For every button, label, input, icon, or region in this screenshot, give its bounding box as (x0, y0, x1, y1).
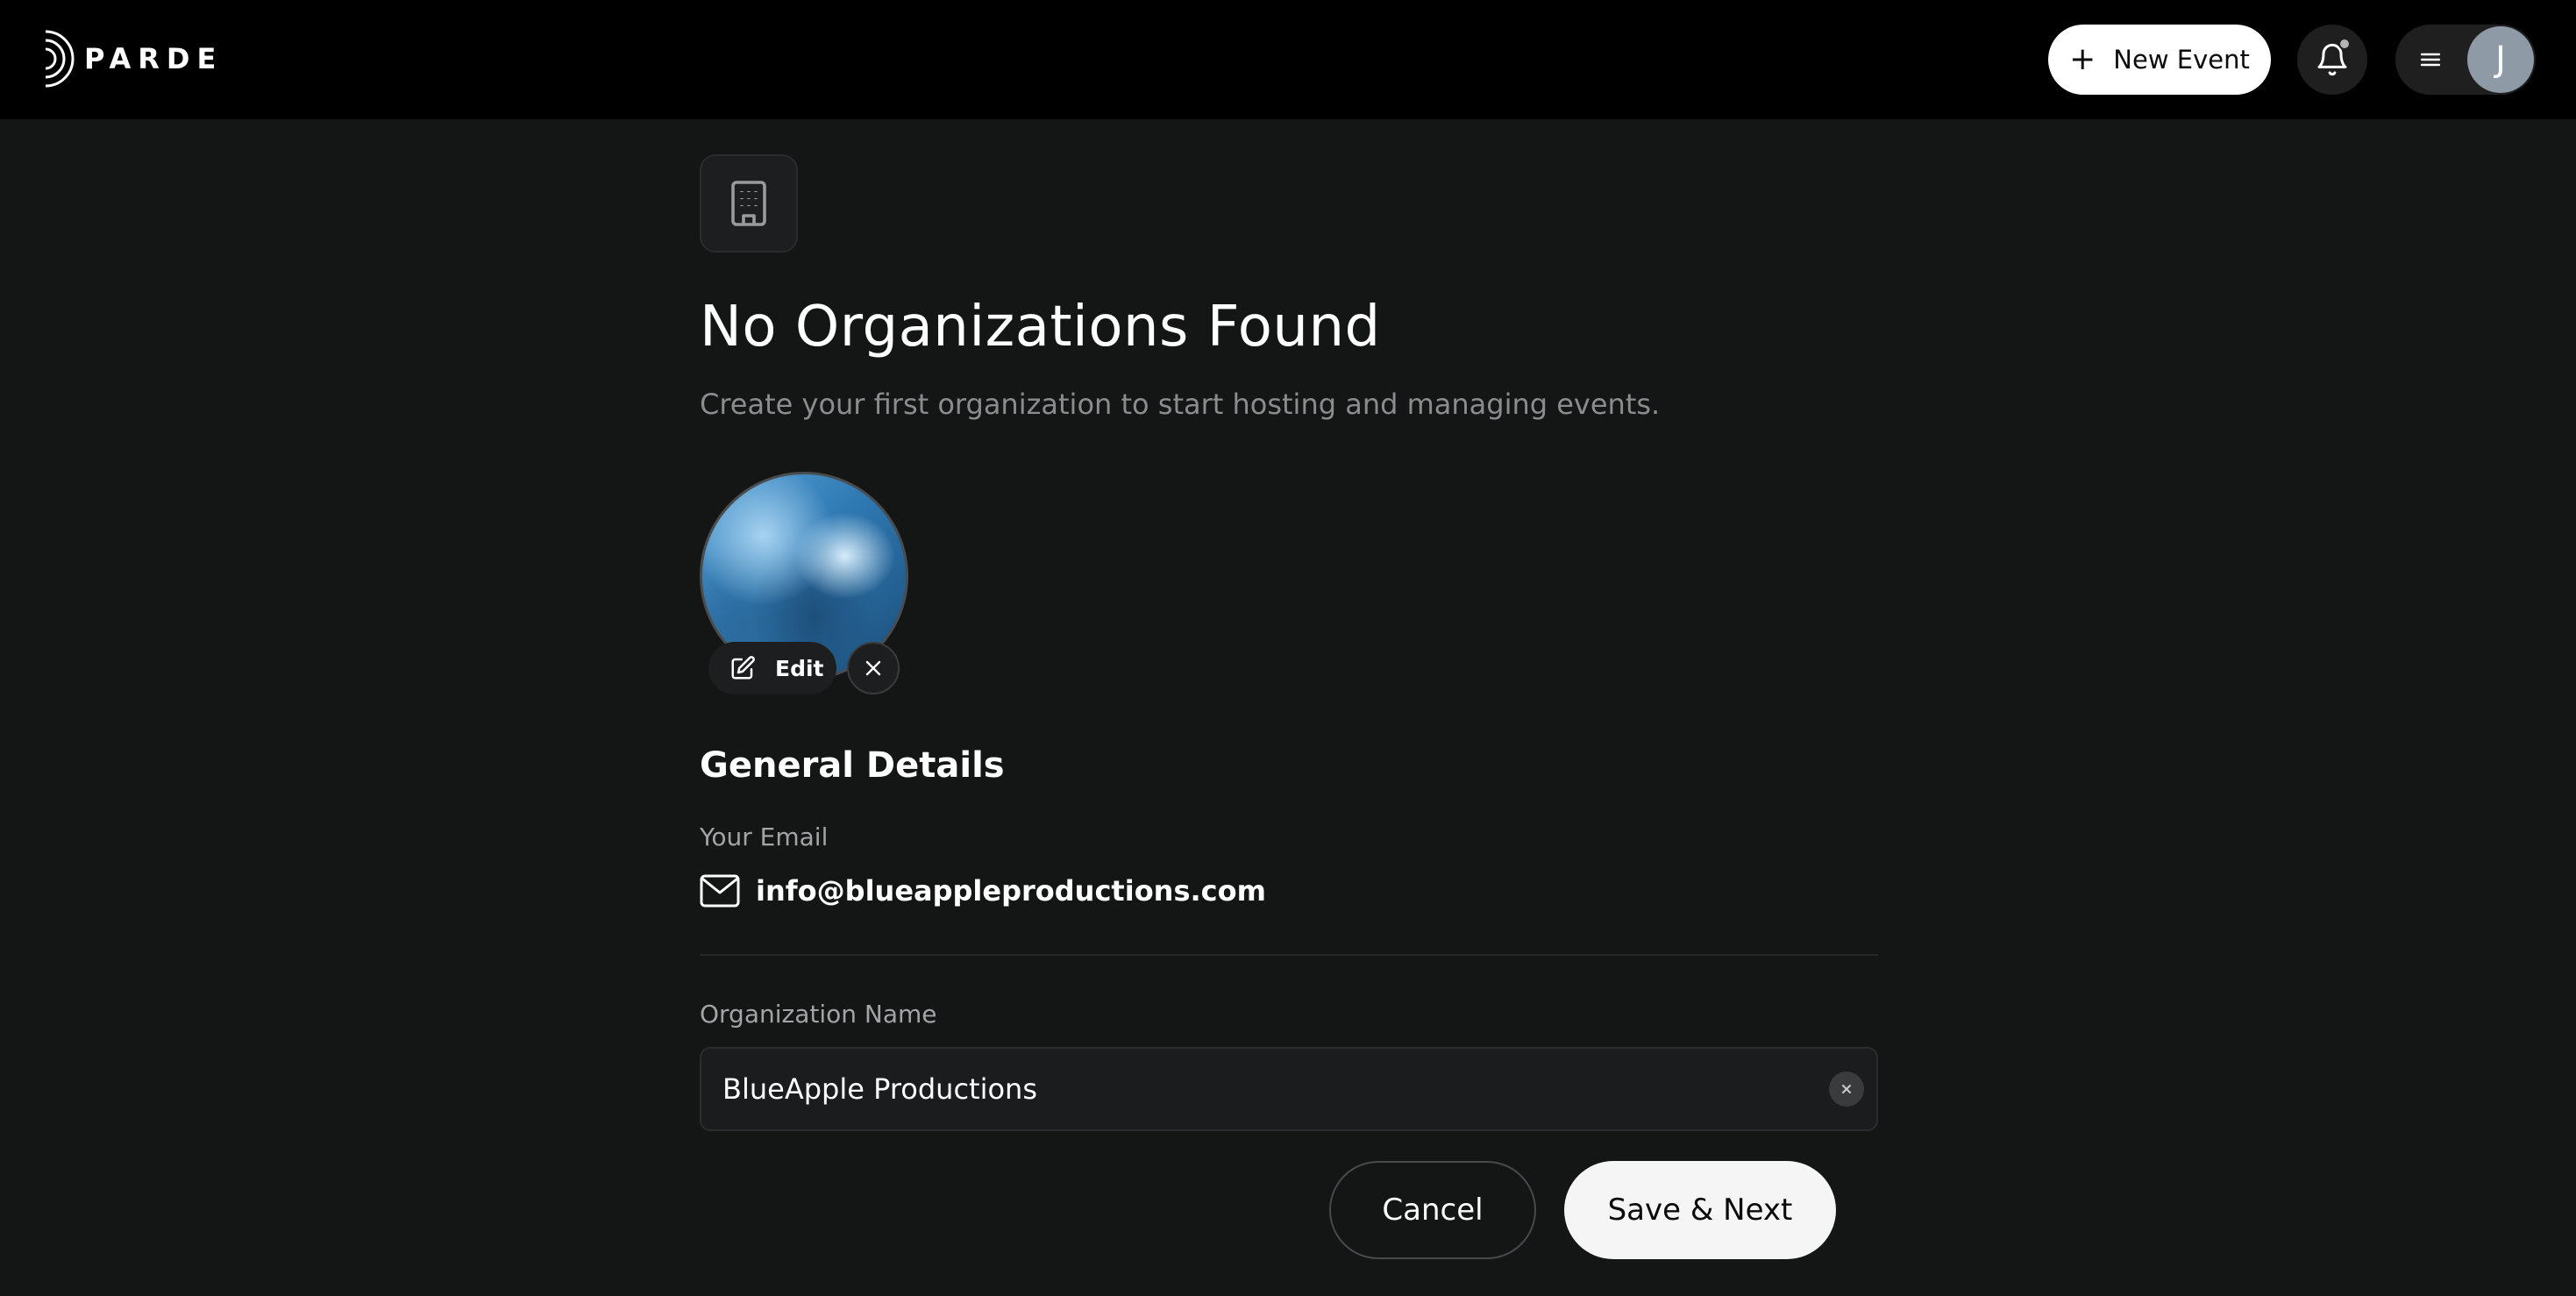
organization-photo-uploader: Edit (700, 472, 914, 694)
email-label: Your Email (700, 822, 829, 851)
edit-icon (731, 656, 755, 680)
brand-name: PARDE (84, 42, 224, 75)
remove-photo-button[interactable] (847, 642, 900, 694)
new-event-button[interactable]: + New Event (2048, 25, 2271, 95)
mail-icon (700, 874, 740, 908)
edit-photo-button[interactable]: Edit (708, 642, 836, 694)
save-and-next-button[interactable]: Save & Next (1564, 1161, 1836, 1259)
avatar-initial: J (2495, 39, 2506, 80)
notification-indicator (2338, 38, 2351, 50)
clear-icon (1842, 1085, 1851, 1093)
avatar[interactable]: J (2467, 26, 2534, 93)
organization-name-label: Organization Name (700, 1000, 937, 1029)
parde-logo[interactable]: PARDE (40, 30, 223, 88)
email-display: info@blueappleproductions.com (700, 870, 1266, 912)
organization-name-input[interactable] (700, 1047, 1878, 1131)
new-event-label: New Event (2113, 45, 2250, 75)
cancel-button[interactable]: Cancel (1329, 1161, 1536, 1259)
clear-input-button[interactable] (1829, 1072, 1864, 1107)
close-icon (865, 660, 881, 676)
page-subtitle: Create your first organization to start … (700, 388, 1661, 421)
menu-icon (2420, 53, 2441, 67)
general-details-heading: General Details (700, 745, 1005, 786)
top-navigation-bar: PARDE + New Event J (0, 0, 2576, 119)
parde-logo-icon (45, 30, 75, 88)
section-divider (700, 954, 1878, 956)
user-menu-button[interactable]: J (2395, 25, 2536, 95)
plus-icon: + (2069, 41, 2096, 77)
organization-icon-tile (700, 154, 798, 253)
notifications-button[interactable] (2297, 25, 2367, 95)
page-title: No Organizations Found (700, 295, 1381, 360)
email-value: info@blueappleproductions.com (756, 874, 1266, 908)
building-icon (731, 181, 766, 226)
edit-photo-label: Edit (775, 655, 824, 681)
